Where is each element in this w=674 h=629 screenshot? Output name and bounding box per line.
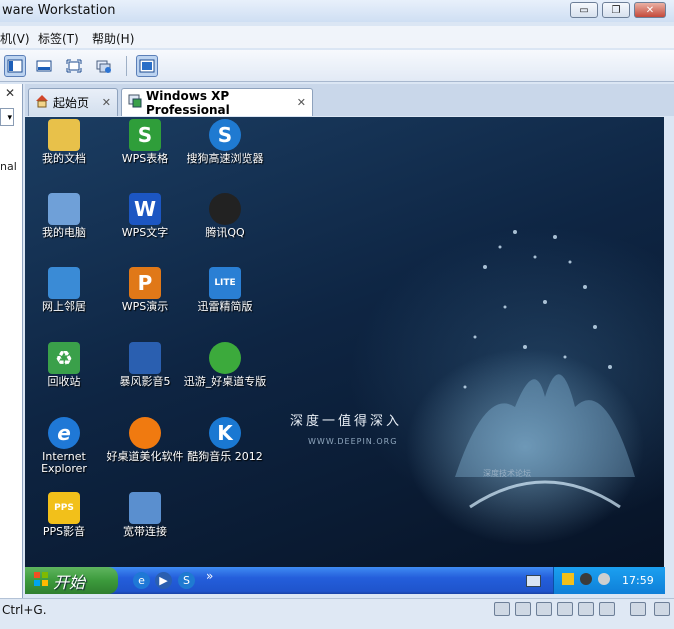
- stretch-icon[interactable]: [654, 602, 670, 616]
- library-item-label[interactable]: nal: [0, 160, 17, 173]
- desktop-icon-wps-spreadsheet[interactable]: S WPS表格: [103, 119, 187, 165]
- tab-vm-close-icon[interactable]: ✕: [297, 96, 306, 109]
- water-splash-wallpaper: [455, 230, 635, 509]
- toolbar-separator: [126, 56, 127, 76]
- clock[interactable]: 17:59: [622, 574, 654, 587]
- menu-tabs[interactable]: 标签(T): [38, 30, 79, 47]
- unity-icon[interactable]: [136, 55, 158, 77]
- keyboard-icon[interactable]: [526, 575, 541, 587]
- view-sidebar-icon[interactable]: [4, 55, 26, 77]
- desktop-icon-my-computer[interactable]: 我的电脑: [25, 193, 106, 239]
- library-close-icon[interactable]: ✕: [5, 86, 15, 100]
- desktop-icon-wps-presentation[interactable]: P WPS演示: [103, 267, 187, 313]
- snapshot-manager-icon[interactable]: [93, 55, 115, 77]
- desktop-icon-sogou-browser[interactable]: S 搜狗高速浏览器: [183, 119, 267, 165]
- broadband-icon: [129, 492, 161, 524]
- wps-presentation-icon: P: [129, 267, 161, 299]
- start-label: 开始: [53, 572, 86, 592]
- sogou-browser-icon: S: [209, 119, 241, 151]
- desktop-icon-haozhuodao[interactable]: 好桌道美化软件: [103, 417, 187, 463]
- desktop-icon-recycle-bin[interactable]: ♻ 回收站: [25, 342, 106, 388]
- wallpaper-url: WWW.DEEPIN.ORG: [308, 437, 398, 446]
- hard-disk-icon[interactable]: [494, 602, 510, 616]
- my-computer-icon: [48, 193, 80, 225]
- desktop-icon-network-places[interactable]: 网上邻居: [25, 267, 106, 313]
- desktop-icon-wps-writer[interactable]: W WPS文字: [103, 193, 187, 239]
- fullscreen-icon[interactable]: [63, 55, 85, 77]
- floppy-icon[interactable]: [536, 602, 552, 616]
- xunyou-icon: [209, 342, 241, 374]
- tab-home-label: 起始页: [53, 96, 90, 110]
- tray-speaker-icon[interactable]: [580, 573, 592, 585]
- usb-icon[interactable]: [557, 602, 573, 616]
- sogou-quicklaunch-icon[interactable]: S: [178, 572, 195, 589]
- vm-icon: [128, 94, 142, 111]
- network-icon[interactable]: [515, 602, 531, 616]
- start-button[interactable]: 开始: [25, 567, 118, 594]
- desktop-icon-internet-explorer[interactable]: e Internet Explorer: [25, 417, 106, 475]
- desktop-icon-qq[interactable]: 腾讯QQ: [183, 193, 267, 239]
- ie-quicklaunch-icon[interactable]: e: [133, 572, 150, 589]
- my-documents-icon: [48, 119, 80, 151]
- wps-spreadsheet-icon: S: [129, 119, 161, 151]
- close-button[interactable]: ✕: [634, 2, 666, 18]
- guest-desktop[interactable]: 深度一值得深入 WWW.DEEPIN.ORG 深度技术论坛 我的文档 S WPS…: [25, 117, 664, 567]
- wallpaper-title: 深度一值得深入: [290, 414, 403, 429]
- wallpaper-forum: 深度技术论坛: [483, 469, 531, 478]
- internet-explorer-icon: e: [48, 417, 80, 449]
- status-hint: Ctrl+G.: [2, 603, 47, 617]
- desktop-icon-baofeng[interactable]: 暴风影音5: [103, 342, 187, 388]
- home-icon: [35, 94, 49, 111]
- network-places-icon: [48, 267, 80, 299]
- view-console-icon[interactable]: [33, 55, 55, 77]
- tab-home-close-icon[interactable]: ✕: [102, 96, 111, 109]
- thunder-lite-icon: LITE: [209, 267, 241, 299]
- qq-icon: [209, 193, 241, 225]
- minimize-button[interactable]: ▭: [570, 2, 598, 18]
- wps-writer-icon: W: [129, 193, 161, 225]
- pps-icon: PPS: [48, 492, 80, 524]
- haozhuodao-icon: [129, 417, 161, 449]
- desktop-icon-thunder-lite[interactable]: LITE 迅雷精简版: [183, 267, 267, 313]
- desktop-icon-my-documents[interactable]: 我的文档: [25, 119, 106, 165]
- message-icon[interactable]: [630, 602, 646, 616]
- media-player-icon[interactable]: ▶: [155, 572, 172, 589]
- tab-windows-xp[interactable]: Windows XP Professional ✕: [121, 88, 313, 117]
- window-title: ware Workstation: [2, 3, 116, 18]
- library-search-dropdown[interactable]: ▾: [0, 108, 14, 126]
- baofeng-icon: [129, 342, 161, 374]
- tab-home[interactable]: 起始页 ✕: [28, 88, 118, 116]
- desktop-icon-kugou[interactable]: K 酷狗音乐 2012: [183, 417, 267, 463]
- tab-vm-label: Windows XP Professional: [146, 88, 230, 117]
- kugou-icon: K: [209, 417, 241, 449]
- printer-icon[interactable]: [578, 602, 594, 616]
- tray-ime-icon[interactable]: [562, 573, 574, 585]
- quicklaunch-more-icon[interactable]: »: [206, 569, 213, 583]
- menu-vm[interactable]: 机(V): [0, 30, 30, 47]
- windows-flag-icon: [33, 571, 49, 590]
- desktop-icon-broadband[interactable]: 宽带连接: [103, 492, 187, 538]
- restore-button[interactable]: ❐: [602, 2, 630, 18]
- tray-network-icon[interactable]: [598, 573, 610, 585]
- sound-icon[interactable]: [599, 602, 615, 616]
- recycle-bin-icon: ♻: [48, 342, 80, 374]
- menu-help[interactable]: 帮助(H): [92, 30, 134, 47]
- desktop-icon-xunyou[interactable]: 迅游_好桌道专版: [183, 342, 267, 388]
- desktop-icon-pps[interactable]: PPS PPS影音: [25, 492, 106, 538]
